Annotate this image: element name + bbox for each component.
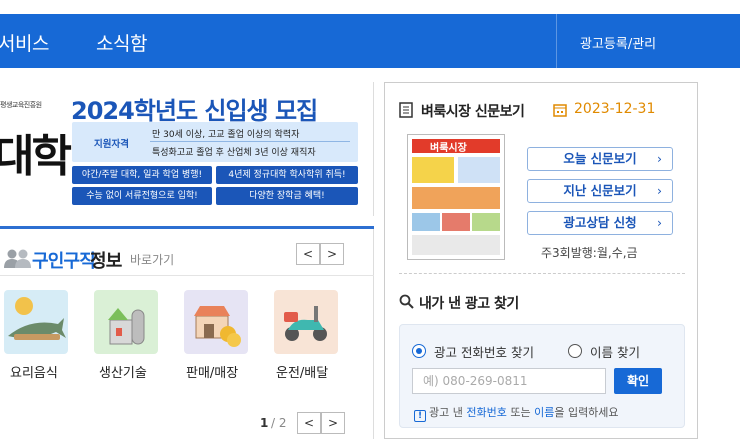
today-paper-label: 오늘 신문보기 xyxy=(563,151,637,166)
nav-item-service[interactable]: 서비스 xyxy=(0,29,49,56)
job-prev-button[interactable]: < xyxy=(296,243,320,265)
scooter-icon xyxy=(284,306,327,341)
alert-icon: ! xyxy=(414,410,426,422)
qualification-label: 지원자격 xyxy=(94,139,129,150)
admission-banner[interactable]: 평생교육진흥원 대학 2024학년도 신입생 모집 지원자격 만 30세 이상,… xyxy=(0,82,374,216)
pager-current: 1 xyxy=(260,416,269,430)
job-info-panel: 구인구직 정보 바로가기 < > 요리음식 생산기술 판매/매장 운전/배달 1… xyxy=(0,229,374,439)
pager-next-button[interactable]: > xyxy=(321,412,345,434)
nav-ad-manage-link[interactable]: 광고등록/관리 xyxy=(580,33,656,52)
today-paper-button[interactable]: 오늘 신문보기 › xyxy=(527,147,673,171)
phone-search-input[interactable] xyxy=(412,368,606,394)
nav-divider xyxy=(556,14,557,68)
hint-text: 광고 낸 xyxy=(429,406,467,419)
pager-prev-button[interactable]: < xyxy=(297,412,321,434)
right-panel: 벼룩시장 신문보기 2023-12-31 벼룩시장 오늘 신문보기 › 지난 신… xyxy=(384,82,698,439)
newspaper-icon xyxy=(399,102,413,118)
banner-org: 평생교육진흥원 xyxy=(0,101,42,109)
category-label[interactable]: 운전/배달 xyxy=(276,362,328,381)
radio-name-label[interactable]: 이름 찾기 xyxy=(590,342,640,361)
chevron-right-icon: › xyxy=(657,183,662,198)
radio-name[interactable] xyxy=(568,344,582,358)
nav-item-inbox[interactable]: 소식함 xyxy=(96,29,147,56)
ad-consult-button[interactable]: 광고상담 신청 › xyxy=(527,211,673,235)
category-label[interactable]: 판매/매장 xyxy=(186,362,238,381)
newspaper-title: 벼룩시장 신문보기 xyxy=(421,104,525,120)
banner-pill: 다양한 장학금 혜택! xyxy=(216,187,358,205)
job-title-b[interactable]: 정보 xyxy=(90,247,122,273)
find-ad-title: 내가 낸 광고 찾기 xyxy=(419,296,519,312)
category-delivery[interactable] xyxy=(274,290,338,354)
newspaper-date: 2023-12-31 xyxy=(574,101,656,117)
thumb-title: 벼룩시장 xyxy=(430,143,467,154)
past-paper-button[interactable]: 지난 신문보기 › xyxy=(527,179,673,203)
job-title-a[interactable]: 구인구직 xyxy=(32,247,96,273)
banner-pill: 야간/주말 대학, 일과 학업 병행! xyxy=(72,166,212,184)
job-next-button[interactable]: > xyxy=(320,243,344,265)
ad-consult-label: 광고상담 신청 xyxy=(563,215,637,230)
chevron-right-icon: › xyxy=(657,215,662,230)
confirm-button[interactable]: 확인 xyxy=(614,368,662,394)
radio-phone[interactable] xyxy=(412,344,426,358)
find-ad-form: 광고 전화번호 찾기 이름 찾기 확인 !광고 낸 전화번호 또는 이름을 입력… xyxy=(399,324,685,428)
newspaper-thumbnail[interactable]: 벼룩시장 xyxy=(407,134,505,260)
issue-schedule: 주3회발행:월,수,금 xyxy=(541,246,638,260)
top-nav: 서비스 소식함 광고등록/관리 xyxy=(0,14,740,68)
banner-title: 2024학년도 신입생 모집 xyxy=(71,97,318,125)
radio-phone-label[interactable]: 광고 전화번호 찾기 xyxy=(434,342,534,361)
shop-icon xyxy=(194,306,241,347)
calendar-icon xyxy=(553,104,567,117)
search-icon xyxy=(399,294,414,309)
hint-name: 이름 xyxy=(534,406,555,419)
past-paper-label: 지난 신문보기 xyxy=(563,183,637,198)
banner-pill: 4년제 정규대학 학사학위 취득! xyxy=(216,166,358,184)
banner-pill: 수능 없이 서류전형으로 입학! xyxy=(72,187,212,205)
banner-big-text: 대학 xyxy=(0,131,72,182)
factory-icon xyxy=(108,308,145,345)
people-icon xyxy=(4,249,31,268)
find-hint: ! 광고 낸 전화번호 또는 이름을 입력하세요 xyxy=(414,404,619,422)
qualification-line-2: 특성화고교 졸업 후 산업체 3년 이상 재직자 xyxy=(152,148,316,158)
chevron-right-icon: › xyxy=(657,151,662,166)
category-label[interactable]: 생산기술 xyxy=(99,362,147,381)
hint-text: 또는 xyxy=(506,406,535,419)
fish-icon xyxy=(8,297,66,340)
qualification-line-1: 만 30세 이상, 고교 졸업 이상의 학력자 xyxy=(152,130,300,140)
category-label[interactable]: 요리음식 xyxy=(10,362,58,381)
hint-phone: 전화번호 xyxy=(466,406,507,419)
hint-text: 을 입력하세요 xyxy=(554,406,619,419)
category-production[interactable] xyxy=(94,290,158,354)
category-sales[interactable] xyxy=(184,290,248,354)
pager-total: / 2 xyxy=(271,416,287,430)
category-cooking[interactable] xyxy=(4,290,68,354)
job-shortcut-label[interactable]: 바로가기 xyxy=(130,251,174,268)
qualification-box: 지원자격 만 30세 이상, 고교 졸업 이상의 학력자 특성화고교 졸업 후 … xyxy=(72,122,358,162)
